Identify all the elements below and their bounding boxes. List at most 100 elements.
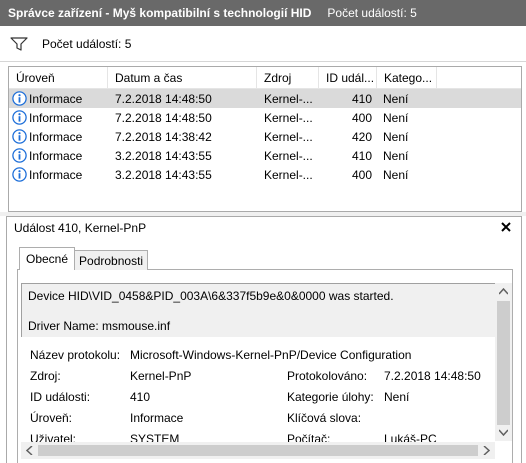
tab-details[interactable]: Podrobnosti	[74, 250, 149, 270]
event-detail-pane: Událost 410, Kernel-PnP Obecné Podrobnos…	[6, 216, 522, 463]
property-label: ID události:	[30, 390, 91, 404]
table-row[interactable]: Informace 7.2.2018 14:38:42 Kernel-... 420 N…	[9, 127, 521, 146]
column-header-datetime[interactable]: Datum a čas	[108, 67, 257, 88]
close-icon[interactable]	[499, 220, 513, 234]
cell-level-text: Informace	[29, 148, 83, 163]
horizontal-scroll-thumb[interactable]	[38, 445, 478, 456]
cell-category-text: Není	[383, 148, 409, 163]
cell-datetime: 7.2.2018 14:48:50	[108, 89, 257, 108]
cell-level: Informace	[9, 146, 108, 165]
property-value: 7.2.2018 14:48:50	[384, 369, 481, 383]
property-row: Úroveň: Informace Klíčová slova:	[25, 408, 495, 429]
property-label: Zdroj:	[30, 369, 61, 383]
cell-level: Informace	[9, 127, 108, 146]
property-label: Název protokolu:	[30, 348, 121, 362]
event-message-line: Device HID\VID_0458&PID_003A\6&337f5b9e&…	[28, 289, 394, 303]
table-row[interactable]: Informace 3.2.2018 14:43:55 Kernel-... 400 N…	[9, 165, 521, 184]
property-value: Kernel-PnP	[130, 369, 192, 383]
column-header-event-id[interactable]: ID udál...	[319, 67, 377, 88]
cell-datetime-text: 7.2.2018 14:48:50	[115, 110, 212, 125]
scroll-right-icon[interactable]	[483, 446, 490, 455]
cell-source-text: Kernel-...	[264, 110, 313, 125]
window-titlebar: Správce zařízení - Myš kompatibilní s te…	[0, 0, 526, 26]
scroll-up-icon[interactable]	[499, 288, 508, 295]
cell-level-text: Informace	[29, 91, 83, 106]
cell-level: Informace	[9, 108, 108, 127]
cell-source-text: Kernel-...	[264, 91, 313, 106]
cell-category-text: Není	[383, 129, 409, 144]
filter-count-label: Počet událostí: 5	[42, 36, 132, 51]
cell-event-id: 400	[319, 108, 377, 127]
cell-source-text: Kernel-...	[264, 167, 313, 182]
scroll-left-icon[interactable]	[26, 446, 33, 455]
event-list-header: Úroveň Datum a čas Zdroj ID udál... Kate…	[9, 67, 521, 89]
cell-source: Kernel-...	[257, 146, 319, 165]
cell-source-text: Kernel-...	[264, 129, 313, 144]
cell-datetime: 7.2.2018 14:38:42	[108, 127, 257, 146]
info-icon	[12, 148, 27, 163]
cell-event-id: 400	[319, 165, 377, 184]
cell-datetime-text: 3.2.2018 14:43:55	[115, 148, 212, 163]
cell-category: Není	[377, 146, 437, 165]
cell-event-id-text: 420	[351, 129, 372, 144]
cell-source: Kernel-...	[257, 108, 319, 127]
info-icon	[12, 110, 27, 125]
cell-event-id: 420	[319, 127, 377, 146]
scroll-down-icon[interactable]	[499, 429, 508, 436]
cell-category-text: Není	[383, 167, 409, 182]
cell-category: Není	[377, 127, 437, 146]
table-row[interactable]: Informace 7.2.2018 14:48:50 Kernel-... 400 N…	[9, 108, 521, 127]
cell-source-text: Kernel-...	[264, 148, 313, 163]
cell-source: Kernel-...	[257, 127, 319, 146]
title-event-count: Počet událostí: 5	[327, 6, 417, 20]
cell-datetime: 3.2.2018 14:43:55	[108, 146, 257, 165]
property-row: ID události: 410 Kategorie úlohy: Není	[25, 387, 495, 408]
info-icon	[12, 129, 27, 144]
tab-general[interactable]: Obecné	[19, 247, 76, 270]
cell-level: Informace	[9, 165, 108, 184]
cell-datetime-text: 7.2.2018 14:38:42	[115, 129, 212, 144]
table-row[interactable]: Informace 7.2.2018 14:48:50 Kernel-... 410 N…	[9, 89, 521, 108]
cell-event-id: 410	[319, 89, 377, 108]
cell-category-text: Není	[383, 110, 409, 125]
column-header-source[interactable]: Zdroj	[257, 67, 319, 88]
filter-icon[interactable]	[10, 36, 28, 51]
info-icon	[12, 167, 27, 182]
cell-source: Kernel-...	[257, 89, 319, 108]
window-title: Správce zařízení - Myš kompatibilní s te…	[8, 6, 312, 20]
property-value: 410	[130, 390, 151, 404]
event-list-body: Informace 7.2.2018 14:48:50 Kernel-... 410 N…	[9, 89, 521, 184]
cell-category: Není	[377, 165, 437, 184]
column-header-level[interactable]: Úroveň	[9, 67, 108, 88]
filter-bar: Počet událostí: 5	[0, 26, 526, 62]
event-detail-title: Událost 410, Kernel-PnP	[14, 221, 147, 235]
cell-datetime: 7.2.2018 14:48:50	[108, 108, 257, 127]
cell-event-id-text: 410	[351, 91, 372, 106]
column-header-category[interactable]: Katego...	[377, 67, 437, 88]
event-properties: Název protokolu: Microsoft-Windows-Kernel…	[25, 345, 495, 450]
cell-category: Není	[377, 108, 437, 127]
property-row: Zdroj: Kernel-PnP Protokolováno: 7.2.2018 1…	[25, 366, 495, 387]
property-label: Kategorie úlohy:	[287, 390, 374, 404]
vertical-scroll-thumb[interactable]	[497, 301, 510, 425]
event-message-box[interactable]: Device HID\VID_0458&PID_003A\6&337f5b9e&…	[21, 283, 495, 337]
cell-datetime-text: 3.2.2018 14:43:55	[115, 167, 212, 182]
property-label: Úroveň:	[30, 411, 73, 425]
vertical-scrollbar[interactable]	[495, 283, 512, 441]
property-label: Protokolováno:	[287, 369, 368, 383]
property-label: Klíčová slova:	[287, 411, 362, 425]
event-message-line: Driver Name: msmouse.inf	[28, 319, 171, 333]
cell-level-text: Informace	[29, 110, 83, 125]
property-value: Microsoft-Windows-Kernel-PnP/Device Conf…	[130, 348, 412, 362]
cell-event-id: 410	[319, 146, 377, 165]
horizontal-scrollbar[interactable]	[21, 442, 495, 459]
event-list[interactable]: Úroveň Datum a čas Zdroj ID udál... Kate…	[8, 66, 522, 212]
property-row: Název protokolu: Microsoft-Windows-Kernel…	[25, 345, 495, 366]
cell-datetime-text: 7.2.2018 14:48:50	[115, 91, 212, 106]
info-icon	[12, 91, 27, 106]
cell-source: Kernel-...	[257, 165, 319, 184]
cell-event-id-text: 400	[351, 110, 372, 125]
table-row[interactable]: Informace 3.2.2018 14:43:55 Kernel-... 410 N…	[9, 146, 521, 165]
cell-category: Není	[377, 89, 437, 108]
event-detail-header: Událost 410, Kernel-PnP	[7, 217, 521, 239]
